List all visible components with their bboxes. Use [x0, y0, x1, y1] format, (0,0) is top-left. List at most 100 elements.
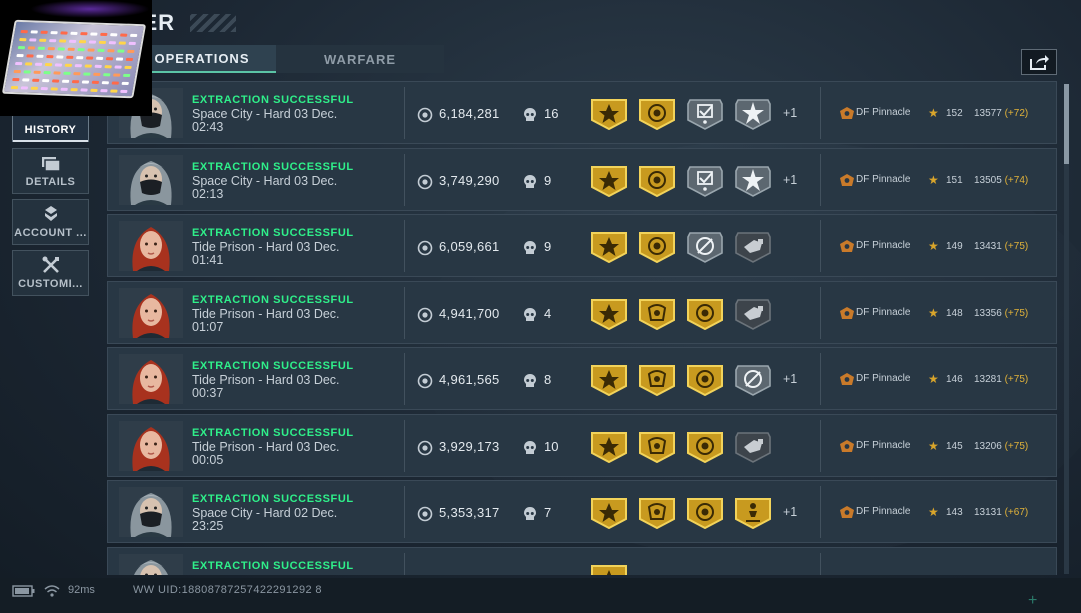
map-and-time: [192, 574, 392, 576]
gold-crest-badge-icon[interactable]: [638, 497, 676, 530]
match-time: 02:13: [192, 186, 224, 201]
match-time: 00:05: [192, 452, 224, 467]
kill-count: 7: [544, 505, 552, 520]
gold-star-badge-icon[interactable]: [590, 564, 628, 575]
folders-icon: [41, 157, 61, 172]
gold-crest-badge-icon[interactable]: [638, 364, 676, 397]
silver-star-badge-icon[interactable]: [734, 98, 772, 130]
sidebar-item-account[interactable]: ACCOUNT ...: [12, 199, 89, 245]
coin-icon: [417, 506, 433, 527]
ping-readout: 92ms: [68, 584, 95, 596]
history-row[interactable]: EXTRACTION SUCCESSFUL: [107, 546, 1057, 576]
silver-cycle-badge-icon[interactable]: [686, 231, 724, 263]
gold-star-badge-icon[interactable]: [590, 298, 628, 330]
history-row[interactable]: EXTRACTION SUCCESSFUL Space City - Hard 0…: [107, 147, 1057, 211]
score-delta: (+74): [1004, 174, 1029, 186]
rank-score: 13577 (+72): [974, 108, 1028, 119]
scrollbar-thumb[interactable]: [1064, 84, 1069, 164]
skull-icon: [523, 240, 537, 261]
star-icon: ★: [928, 505, 939, 519]
skull-icon: [523, 174, 537, 195]
match-time: 01:41: [192, 253, 224, 267]
gold-crest-badge-icon[interactable]: [638, 431, 676, 463]
divider: [404, 87, 405, 139]
history-row[interactable]: EXTRACTION SUCCESSFUL Space City - Hard 0…: [107, 480, 1057, 543]
team-icon: [839, 106, 855, 125]
history-row[interactable]: EXTRACTION SUCCESSFUL Space City - Hard 0…: [107, 81, 1057, 144]
gold-star-badge-icon[interactable]: [590, 231, 628, 264]
history-row[interactable]: EXTRACTION SUCCESSFUL Tide Prison - Hard …: [107, 347, 1057, 410]
extraction-status: EXTRACTION SUCCESSFUL: [192, 94, 354, 106]
skull-icon: [523, 107, 537, 128]
gold-figure-badge-icon[interactable]: [734, 497, 772, 530]
skull-icon: [523, 373, 537, 394]
player-level: 143: [946, 507, 963, 518]
badge-list: [590, 431, 782, 463]
more-badges-count[interactable]: +1: [783, 173, 797, 187]
gold-star-badge-icon[interactable]: [590, 431, 628, 463]
divider: [404, 153, 405, 206]
match-date: 03 Dec.: [294, 107, 338, 121]
team-name: DF Pinnacle: [856, 306, 911, 318]
score-delta: (+67): [1004, 507, 1029, 518]
skull-icon: [523, 440, 537, 461]
silver-star-badge-icon[interactable]: [734, 165, 772, 197]
gold-coin-badge-icon[interactable]: [686, 497, 724, 530]
gold-coin-badge-icon[interactable]: [638, 231, 676, 264]
kill-count: 9: [544, 172, 552, 188]
map-name: Tide Prison - Hard: [192, 373, 293, 387]
history-row[interactable]: EXTRACTION SUCCESSFUL Tide Prison - Hard …: [107, 280, 1057, 344]
dark-hand-badge-icon[interactable]: [734, 231, 772, 263]
sidebar-item-label: HISTORY: [24, 124, 77, 136]
badge-list: [590, 564, 638, 575]
gold-star-badge-icon[interactable]: [590, 364, 628, 397]
gold-coin-badge-icon[interactable]: [686, 364, 724, 397]
more-badges-count[interactable]: +1: [783, 372, 797, 386]
gold-star-badge-icon[interactable]: [590, 165, 628, 197]
score-value: 13577: [974, 108, 1002, 119]
gold-star-badge-icon[interactable]: [590, 98, 628, 131]
team-name: DF Pinnacle: [856, 506, 911, 517]
kill-count: 16: [544, 106, 559, 121]
map-and-time: Tide Prison - Hard 03 Dec. 01:41: [192, 241, 392, 267]
team-icon: [839, 505, 855, 524]
silver-check-badge-icon[interactable]: [686, 98, 724, 130]
score-value: 13281: [974, 374, 1002, 385]
gold-coin-badge-icon[interactable]: [686, 298, 724, 330]
gold-crest-badge-icon[interactable]: [638, 298, 676, 330]
rank-score: 13505 (+74): [974, 175, 1028, 186]
divider: [820, 552, 821, 575]
gold-coin-badge-icon[interactable]: [638, 98, 676, 131]
player-level: 149: [946, 241, 963, 252]
badge-list: [590, 165, 782, 197]
sidebar-item-details[interactable]: DETAILS: [12, 148, 89, 194]
divider: [820, 87, 821, 139]
history-row[interactable]: EXTRACTION SUCCESSFUL Tide Prison - Hard …: [107, 413, 1057, 477]
dark-hand-badge-icon[interactable]: [734, 298, 772, 330]
gold-coin-badge-icon[interactable]: [686, 431, 724, 463]
match-date: 03 Dec.: [296, 240, 340, 254]
player-level: 148: [946, 307, 963, 319]
divider: [404, 486, 405, 538]
match-date: 02 Dec.: [294, 506, 338, 520]
gold-coin-badge-icon[interactable]: [638, 165, 676, 197]
more-badges-count[interactable]: +1: [783, 505, 797, 519]
share-button[interactable]: [1021, 49, 1057, 75]
player-level: 152: [946, 108, 963, 119]
sidebar-item-label: DETAILS: [25, 176, 76, 188]
silver-cycle-badge-icon[interactable]: [734, 364, 772, 396]
more-badges-count[interactable]: +1: [783, 106, 797, 120]
score-value: 13206: [974, 440, 1002, 452]
sidebar-item-customize[interactable]: CUSTOMI...: [12, 250, 89, 296]
match-time: 23:25: [192, 519, 224, 533]
extraction-status: EXTRACTION SUCCESSFUL: [192, 227, 354, 239]
kill-count: 8: [544, 372, 552, 387]
map-name: Space City - Hard: [192, 173, 291, 188]
star-icon: ★: [928, 305, 939, 320]
silver-check-badge-icon[interactable]: [686, 165, 724, 197]
tab-warfare[interactable]: WARFARE: [276, 45, 444, 73]
team-name: DF Pinnacle: [856, 107, 911, 118]
history-row[interactable]: EXTRACTION SUCCESSFUL Tide Prison - Hard …: [107, 214, 1057, 277]
gold-star-badge-icon[interactable]: [590, 497, 628, 530]
dark-hand-badge-icon[interactable]: [734, 431, 772, 463]
